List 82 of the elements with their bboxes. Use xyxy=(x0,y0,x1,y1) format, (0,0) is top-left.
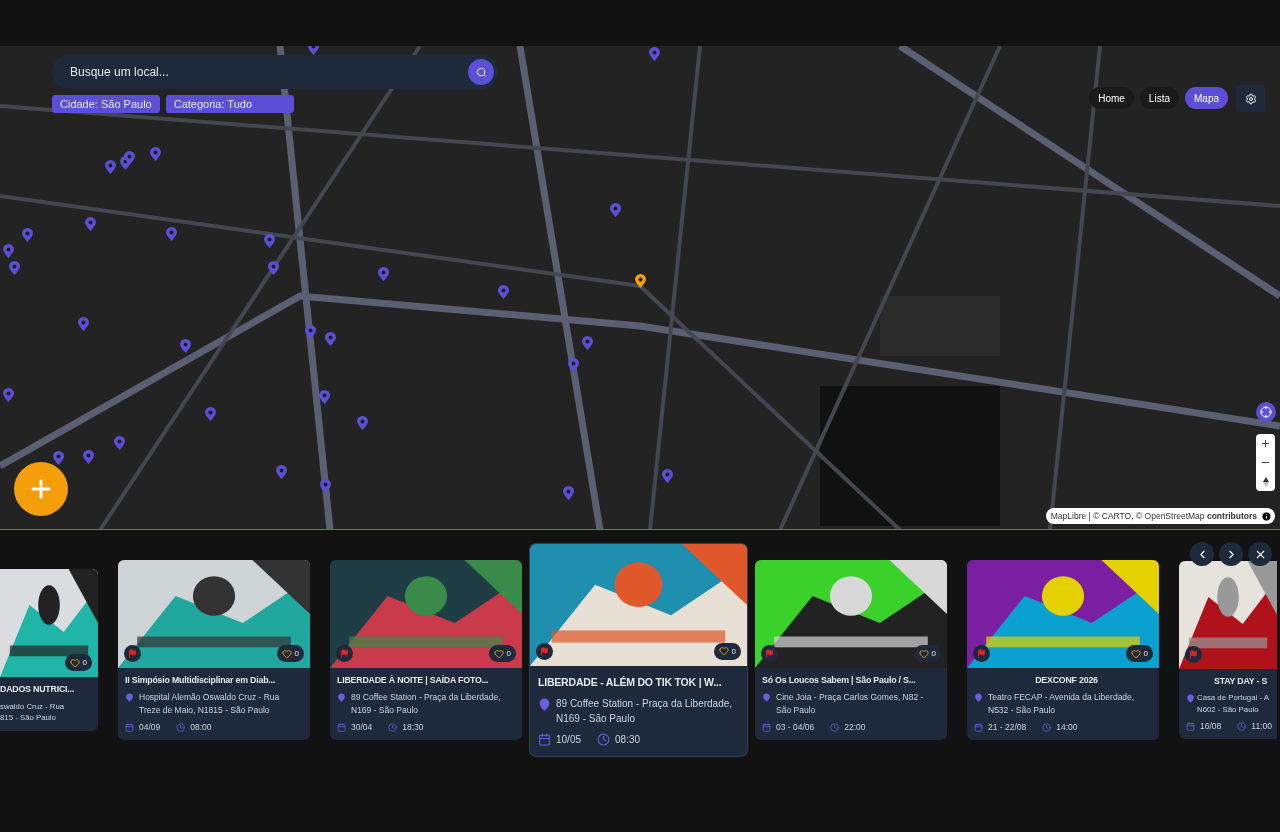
event-card[interactable]: 0 LIBERDADE À NOITE | SAÍDA FOTO... 89 Coffee Station - Praça da Liberdade, N169 - São Paulo 30/04 18:30 xyxy=(330,560,522,740)
search-button[interactable] xyxy=(468,59,494,85)
event-address: 89 Coffee Station - Praça da Liberdade, N169 - São Paulo xyxy=(351,691,501,717)
event-time: 08:30 xyxy=(615,733,641,747)
calendar-icon xyxy=(1186,721,1195,731)
heart-icon xyxy=(281,648,292,659)
clock-icon xyxy=(1237,721,1247,731)
gear-icon xyxy=(1244,92,1257,105)
previous-button[interactable] xyxy=(1190,542,1214,566)
calendar-icon xyxy=(337,722,346,732)
event-time: 11:00 xyxy=(1251,720,1272,732)
event-card[interactable]: 0 LIBERDADE - ALÉM DO TIK TOK | W... 89 Coffee Station - Praça da Liberdade, N169 - São Paulo 10/05 08:30 xyxy=(530,543,747,757)
event-date: 21 - 22/08 xyxy=(988,721,1027,733)
heart-icon xyxy=(69,657,80,668)
calendar-icon xyxy=(974,722,983,732)
event-date: 04/09 xyxy=(139,721,161,733)
location-icon xyxy=(1186,694,1195,704)
location-icon xyxy=(538,698,551,712)
calendar-icon xyxy=(538,733,551,747)
event-date: 10/05 xyxy=(556,733,582,747)
nav-tab[interactable]: Home xyxy=(1089,87,1134,109)
event-title: LIBERDADE À NOITE | SAÍDA FOTO... xyxy=(337,675,489,687)
event-title: DADOS NUTRICI... xyxy=(0,684,75,696)
heart-icon xyxy=(718,646,729,657)
heart-icon xyxy=(493,648,504,659)
clock-icon xyxy=(597,733,611,747)
event-time: 22:00 xyxy=(844,721,866,733)
calendar-icon xyxy=(125,722,134,732)
search-field[interactable]: Busque um local... xyxy=(68,64,468,80)
close-button[interactable] xyxy=(1248,542,1272,566)
next-button[interactable] xyxy=(1219,542,1243,566)
flag-icon xyxy=(128,649,137,658)
event-address: Hospital Alemão Oswaldo Cruz - Rua Treze de Maio, N1815 - São Paulo xyxy=(139,691,280,717)
event-title: Só Os Loucos Sabem | São Paulo / S... xyxy=(762,675,916,687)
filter-chip[interactable]: Cidade: São Paulo xyxy=(52,95,160,113)
location-icon xyxy=(125,693,134,703)
search-icon xyxy=(475,66,487,78)
search-bar[interactable]: Busque um local... xyxy=(52,55,498,89)
event-title: DEXCONF 2026 xyxy=(1035,675,1098,687)
event-address: Teatro FECAP - Avenida da Liberdade, N532 - São Paulo xyxy=(988,691,1135,717)
settings-button[interactable] xyxy=(1236,85,1265,112)
filter-chip[interactable]: Categoria: Tudo xyxy=(165,95,294,113)
event-time: 08:00 xyxy=(190,721,212,733)
event-card[interactable]: 0 DEXCONF 2026 Teatro FECAP - Avenida da Liberdade, N532 - São Paulo 21 - 22/08 14:00 xyxy=(967,560,1159,740)
event-title: II Simpósio Multidisciplinar em Diab... xyxy=(125,675,276,687)
event-date: 16/08 xyxy=(1200,720,1222,732)
flag-icon xyxy=(1189,650,1198,660)
calendar-icon xyxy=(762,722,771,732)
flag-icon xyxy=(977,649,986,658)
flag-icon xyxy=(540,646,549,656)
event-title: STAY DAY - S xyxy=(1214,676,1268,688)
event-card[interactable]: 0 Só Os Loucos Sabem | São Paulo / S... Cine Joia - Praça Carlos Gomes, N82 - São Paulo 03 - 04/06 22:00 xyxy=(755,560,947,740)
location-icon xyxy=(974,693,983,703)
event-time: 18:30 xyxy=(402,721,424,733)
location-icon xyxy=(337,693,346,703)
heart-icon xyxy=(918,648,929,659)
event-date: 03 - 04/06 xyxy=(776,721,815,733)
event-address: 89 Coffee Station - Praça da Liberdade, N169 - São Paulo xyxy=(556,697,733,727)
event-date: 30/04 xyxy=(351,721,373,733)
like-count: 0 xyxy=(82,658,87,668)
clock-icon xyxy=(176,722,186,732)
info-icon[interactable] xyxy=(1261,510,1272,522)
like-count: 0 xyxy=(1143,649,1148,658)
event-time: 14:00 xyxy=(1056,721,1078,733)
event-address: Cine Joia - Praça Carlos Gomes, N82 - São Paulo xyxy=(776,691,924,717)
compass-icon xyxy=(1262,476,1269,487)
heart-icon xyxy=(1130,648,1141,659)
like-count: 0 xyxy=(731,646,736,656)
map-pin-icon[interactable] xyxy=(635,274,646,288)
event-title: LIBERDADE - ALÉM DO TIK TOK | W... xyxy=(538,675,722,690)
locate-icon xyxy=(1260,406,1272,418)
clock-icon xyxy=(388,722,398,732)
flag-icon xyxy=(765,649,774,658)
clock-icon xyxy=(830,722,840,732)
location-icon xyxy=(762,693,771,703)
event-card[interactable]: 0 II Simpósio Multidisciplinar em Diab... Hospital Alemão Oswaldo Cruz - Rua Treze de Maio, N1815 - São Paulo 04/09 08:00 xyxy=(118,560,310,740)
like-count: 0 xyxy=(931,649,936,658)
clock-icon xyxy=(1042,722,1052,732)
like-count: 0 xyxy=(506,649,511,658)
flag-icon xyxy=(340,649,349,658)
like-count: 0 xyxy=(294,649,299,658)
plus-icon xyxy=(1260,438,1271,449)
